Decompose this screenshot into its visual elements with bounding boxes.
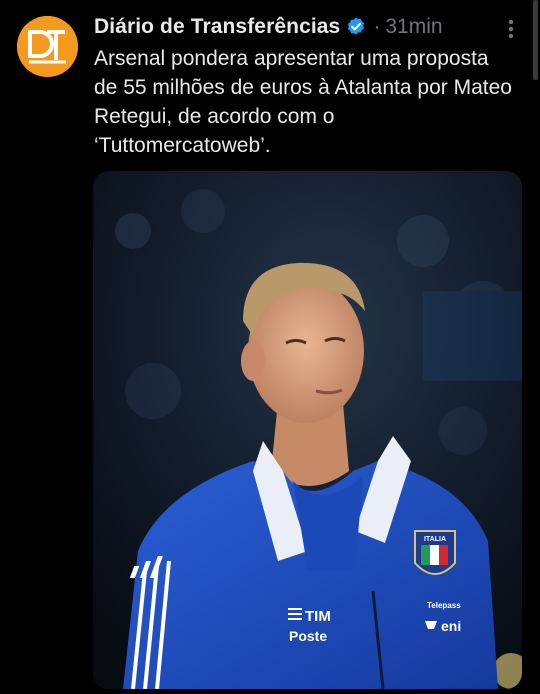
tweet-text: Arsenal pondera apresentar uma proposta … [94,47,512,157]
player-photo: ITALIA TIM Poste Telepass eni [93,171,522,689]
tweet-card[interactable]: Diário de Transferências · 31min Arsenal… [0,0,540,694]
avatar[interactable] [17,16,78,77]
more-options-icon[interactable] [500,16,522,42]
sponsor-telepass: Telepass [427,601,461,610]
crest-label: ITALIA [424,536,446,543]
separator-dot: · [373,15,381,38]
tweet-media-image[interactable]: ITALIA TIM Poste Telepass eni [93,171,522,689]
scrollbar-thumb[interactable] [533,0,538,80]
verified-badge-icon [348,17,365,35]
tweet-header: Diário de Transferências · 31min [94,12,443,42]
sponsor-eni: eni [441,618,461,634]
sponsor-poste: Poste [289,628,327,644]
author-name[interactable]: Diário de Transferências [94,15,340,39]
sponsor-tim: TIM [305,608,331,625]
dt-logo-icon [17,16,78,77]
timestamp[interactable]: 31min [385,15,442,39]
